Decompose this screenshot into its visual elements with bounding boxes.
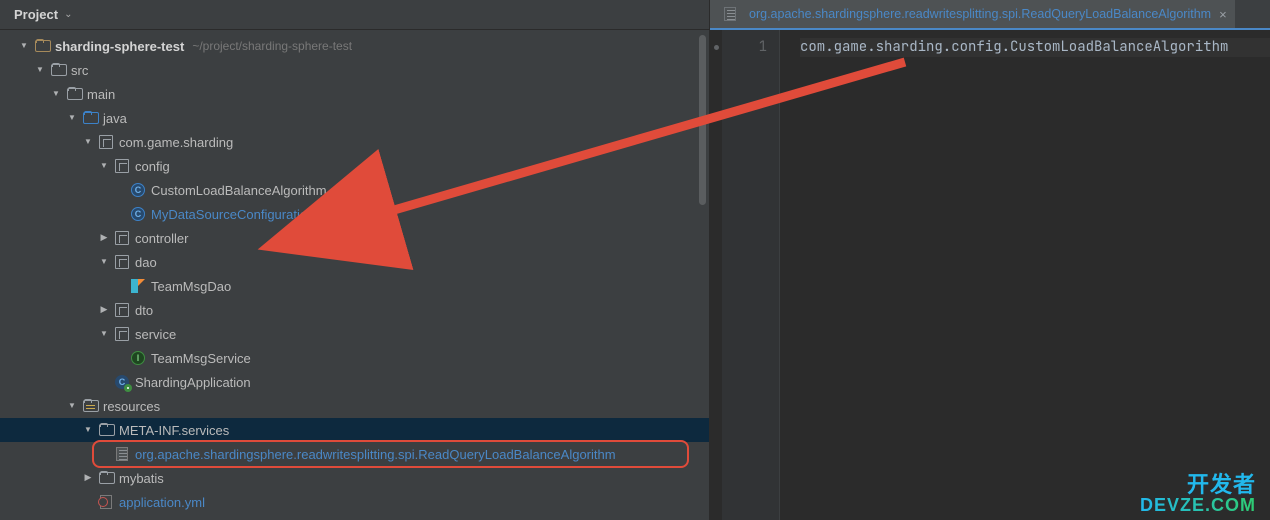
project-tool-window: Project ⌄ sharding-sphere-test ~/project/… [0,0,710,520]
scrollbar-thumb[interactable] [699,35,706,205]
expand-arrow-icon[interactable] [82,136,94,146]
tree-row[interactable]: resources [0,394,709,418]
close-icon[interactable]: × [1219,7,1227,22]
tree-row[interactable]: sharding-sphere-test ~/project/sharding-s… [0,34,709,58]
line-number-gutter[interactable]: 1 [722,30,780,520]
tree-row[interactable]: mybatis [0,466,709,490]
tree-item-label: main [87,87,115,102]
kotlin-file-icon [130,278,146,294]
tree-item-label: controller [135,231,188,246]
spring-boot-app-icon: C [114,374,130,390]
expand-arrow-icon[interactable] [34,64,46,74]
package-icon [114,254,130,270]
breakpoint-gutter[interactable] [710,30,722,520]
expand-arrow-icon[interactable] [66,400,78,410]
tree-row[interactable]: java [0,106,709,130]
tree-row[interactable]: dao [0,250,709,274]
editor-body: 1 com.game.sharding.config.CustomLoadBal… [710,30,1270,520]
tree-row[interactable]: org.apache.shardingsphere.readwritesplit… [0,442,709,466]
expand-arrow-icon[interactable] [18,40,30,50]
expand-arrow-icon[interactable] [82,472,94,483]
package-icon [114,326,130,342]
tree-item-label: dto [135,303,153,318]
tree-item-label: CustomLoadBalanceAlgorithm [151,183,327,198]
tree-row[interactable]: main [0,82,709,106]
class-icon: C [130,182,146,198]
expand-arrow-icon[interactable] [98,256,110,266]
tree-item-label: META-INF.services [119,423,229,438]
tree-row[interactable]: application.yml [0,490,709,514]
project-panel-header[interactable]: Project ⌄ [0,0,709,30]
line-number: 1 [722,38,767,56]
expand-arrow-icon[interactable] [98,328,110,338]
project-tree[interactable]: sharding-sphere-test ~/project/sharding-s… [0,30,709,520]
code-line: com.game.sharding.config.CustomLoadBalan… [800,38,1270,57]
panel-title: Project [14,7,58,22]
tree-item-label: org.apache.shardingsphere.readwritesplit… [135,447,616,462]
tree-item-label: application.yml [119,495,205,510]
watermark-line1: 开发者 [1140,474,1256,496]
tree-row[interactable]: dto [0,298,709,322]
expand-arrow-icon[interactable] [66,112,78,122]
tree-item-label: config [135,159,170,174]
expand-arrow-icon[interactable] [98,160,110,170]
folder-icon [98,422,114,438]
text-file-icon [114,446,130,462]
tree-row[interactable]: controller [0,226,709,250]
expand-arrow-icon[interactable] [98,304,110,315]
tree-item-label: TeamMsgDao [151,279,231,294]
yaml-file-icon [98,494,114,510]
tree-row[interactable]: C CustomLoadBalanceAlgorithm [0,178,709,202]
package-icon [114,302,130,318]
module-folder-icon [34,38,50,54]
folder-icon [98,470,114,486]
tree-row[interactable]: C ShardingApplication [0,370,709,394]
resources-folder-icon [82,398,98,414]
package-icon [114,230,130,246]
tree-item-label: sharding-sphere-test [55,39,184,54]
editor-tab-bar: org.apache.shardingsphere.readwritesplit… [710,0,1270,30]
tree-row[interactable]: src [0,58,709,82]
expand-arrow-icon[interactable] [50,88,62,98]
tree-item-label: src [71,63,88,78]
tree-item-label: resources [103,399,160,414]
chevron-down-icon: ⌄ [64,9,72,20]
file-icon [722,6,738,22]
tree-row[interactable]: I TeamMsgService [0,346,709,370]
expand-arrow-icon[interactable] [82,424,94,434]
tree-item-label: com.game.sharding [119,135,233,150]
tree-item-label: TeamMsgService [151,351,251,366]
breakpoint-dot-icon [714,45,719,50]
project-path-hint: ~/project/sharding-sphere-test [192,39,352,53]
interface-icon: I [130,350,146,366]
package-icon [114,158,130,174]
tree-row[interactable]: service [0,322,709,346]
tree-item-label: ShardingApplication [135,375,251,390]
tree-row[interactable]: TeamMsgDao [0,274,709,298]
tab-label: org.apache.shardingsphere.readwritesplit… [749,7,1211,21]
watermark-line2: DEVZE.COM [1140,496,1256,514]
tree-row[interactable]: META-INF.services [0,418,709,442]
code-area[interactable]: com.game.sharding.config.CustomLoadBalan… [780,30,1270,520]
tree-item-label: mybatis [119,471,164,486]
folder-icon [66,86,82,102]
editor-tab[interactable]: org.apache.shardingsphere.readwritesplit… [710,0,1235,28]
expand-arrow-icon[interactable] [98,232,110,243]
watermark: 开发者 DEVZE.COM [1140,474,1256,514]
tree-item-label: service [135,327,176,342]
tree-item-label: dao [135,255,157,270]
tree-item-label: java [103,111,127,126]
tree-item-label: MyDataSourceConfiguration [151,207,314,222]
package-icon [98,134,114,150]
editor-panel: org.apache.shardingsphere.readwritesplit… [710,0,1270,520]
source-folder-icon [82,110,98,126]
tree-row[interactable]: config [0,154,709,178]
folder-icon [50,62,66,78]
class-icon: C [130,206,146,222]
tree-row[interactable]: com.game.sharding [0,130,709,154]
tree-row[interactable]: C MyDataSourceConfiguration [0,202,709,226]
